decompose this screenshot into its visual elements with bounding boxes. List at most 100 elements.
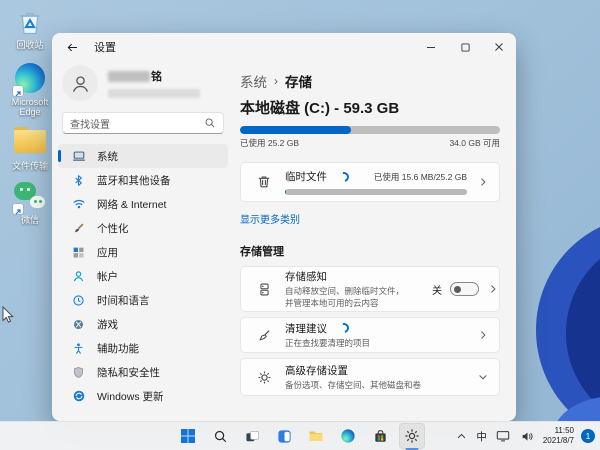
notification-badge[interactable]: 1: [581, 429, 595, 443]
advanced-storage-card[interactable]: 高级存储设置 备份选项、存储空间、其他磁盘和卷: [240, 358, 500, 396]
maximize-icon: [460, 42, 470, 52]
back-button[interactable]: [58, 36, 86, 58]
apps-grid-icon: [71, 245, 86, 260]
sidebar-item-personalization[interactable]: 个性化: [58, 216, 228, 240]
section-header: 存储管理: [240, 246, 284, 258]
sidebar-item-accessibility[interactable]: 辅助功能: [58, 336, 228, 360]
cleanup-recommendations-card[interactable]: 清理建议 正在查找要清理的项目: [240, 317, 500, 353]
file-explorer-button[interactable]: [303, 423, 329, 449]
update-icon: [71, 389, 86, 404]
temp-files-title: 临时文件: [285, 171, 327, 183]
close-button[interactable]: [482, 33, 516, 61]
search-icon: [214, 430, 226, 442]
tray-overflow-button[interactable]: [454, 429, 469, 444]
close-icon: [495, 43, 503, 51]
disk-title: 本地磁盘 (C:) - 59.3 GB: [240, 100, 400, 117]
loading-spinner-icon: [337, 169, 351, 184]
wechat-icon: [13, 181, 46, 215]
gear-icon: [255, 370, 273, 385]
sidebar-item-time-language[interactable]: 时间和语言: [58, 288, 228, 312]
edge-icon: [341, 429, 355, 443]
broom-icon: [255, 328, 273, 343]
minimize-button[interactable]: [414, 33, 448, 61]
taskbar: 中 11:50 2021/8/7 1: [0, 421, 600, 450]
brush-icon: [71, 221, 86, 236]
temp-files-card[interactable]: 临时文件 已使用 15.6 MB/25.2 GB: [240, 162, 500, 202]
shield-icon: [71, 365, 86, 380]
mouse-cursor: [2, 306, 14, 323]
accessibility-icon: [71, 341, 86, 356]
bluetooth-icon: [71, 173, 86, 188]
edge-button[interactable]: [335, 423, 361, 449]
chevron-right-icon: [477, 329, 489, 341]
advanced-desc: 备份选项、存储空间、其他磁盘和卷: [285, 379, 422, 390]
maximize-button[interactable]: [448, 33, 482, 61]
back-arrow-icon: [67, 43, 77, 51]
desktop-icon-edge[interactable]: Microsoft Edge: [2, 62, 58, 118]
ime-indicator[interactable]: 中: [476, 429, 487, 444]
sidebar-item-privacy-security[interactable]: 隐私和安全性: [58, 360, 228, 384]
disk-free-label: 34.0 GB 可用: [449, 138, 500, 148]
minimize-icon: [427, 47, 435, 48]
clock[interactable]: 11:50 2021/8/7: [543, 426, 574, 447]
show-more-categories-link[interactable]: 显示更多类别: [240, 211, 300, 226]
storage-sense-toggle[interactable]: [450, 282, 479, 296]
desktop-icon-label: Microsoft Edge: [11, 97, 49, 118]
start-button[interactable]: [175, 423, 201, 449]
network-tray-button[interactable]: [494, 427, 512, 445]
desktop-icon-folder[interactable]: 文件传输: [2, 124, 58, 171]
sidebar-item-accounts[interactable]: 帐户: [58, 264, 228, 288]
person-outline-icon: [72, 75, 88, 92]
sidebar-item-label: 个性化: [97, 222, 129, 235]
sidebar-item-bluetooth[interactable]: 蓝牙和其他设备: [58, 168, 228, 192]
storage-drive-icon: [255, 282, 273, 297]
sidebar-item-system[interactable]: 系统: [58, 144, 228, 168]
toggle-off-label: 关: [432, 285, 442, 297]
file-explorer-icon: [309, 431, 323, 441]
sidebar-item-label: 帐户: [97, 270, 118, 283]
sidebar-item-label: 应用: [97, 246, 118, 259]
chevron-right-icon: [487, 283, 499, 295]
desktop-icon-wechat[interactable]: 微信: [2, 180, 58, 225]
search-placeholder: 查找设置: [70, 119, 110, 131]
storage-sense-desc: 自动释放空间、删除临时文件， 并管理本地可用的云内容: [285, 285, 405, 308]
sidebar-item-gaming[interactable]: 游戏: [58, 312, 228, 336]
sidebar-item-label: 隐私和安全性: [97, 366, 160, 379]
search-icon: [205, 118, 215, 128]
sidebar-item-label: 时间和语言: [97, 294, 150, 307]
avatar: [62, 65, 98, 101]
storage-sense-card[interactable]: 存储感知 自动释放空间、删除临时文件， 并管理本地可用的云内容 关: [240, 266, 500, 312]
advanced-title: 高级存储设置: [285, 364, 348, 377]
widgets-button[interactable]: [271, 423, 297, 449]
temp-files-usage: 已使用 15.6 MB/25.2 GB: [373, 171, 467, 182]
folder-icon: [14, 127, 46, 159]
window-title: 设置: [94, 42, 116, 54]
sidebar-item-windows-update[interactable]: Windows 更新: [58, 384, 228, 408]
laptop-icon: [71, 149, 86, 164]
sidebar-item-label: 蓝牙和其他设备: [97, 174, 171, 187]
sidebar-item-label: 游戏: [97, 318, 118, 331]
edge-icon: [13, 63, 46, 97]
volume-tray-button[interactable]: [519, 428, 536, 445]
microsoft-store-button[interactable]: [367, 423, 393, 449]
breadcrumb-system[interactable]: 系统: [240, 71, 267, 91]
temp-files-bar: [285, 189, 467, 195]
sidebar-item-apps[interactable]: 应用: [58, 240, 228, 264]
taskbar-search-button[interactable]: [207, 423, 233, 449]
sidebar-item-network[interactable]: 网络 & Internet: [58, 192, 228, 216]
recycle-bin-icon: [14, 6, 46, 38]
storage-sense-title: 存储感知: [285, 270, 327, 283]
breadcrumb: 系统 › 存储: [240, 71, 500, 91]
desktop-icon-recycle-bin[interactable]: 回收站: [2, 6, 58, 50]
tray-date: 2021/8/7: [542, 436, 574, 445]
settings-app-button[interactable]: [399, 423, 425, 449]
trash-icon: [255, 174, 273, 190]
speaker-icon: [522, 431, 533, 441]
wifi-icon: [71, 197, 86, 212]
user-account-row[interactable]: 铭: [52, 61, 234, 101]
task-view-button[interactable]: [239, 423, 265, 449]
shortcut-arrow-icon: [13, 204, 23, 215]
search-input[interactable]: 查找设置: [62, 112, 224, 134]
desktop-icon-label: 微信: [20, 215, 39, 225]
loading-spinner-icon: [337, 321, 351, 335]
